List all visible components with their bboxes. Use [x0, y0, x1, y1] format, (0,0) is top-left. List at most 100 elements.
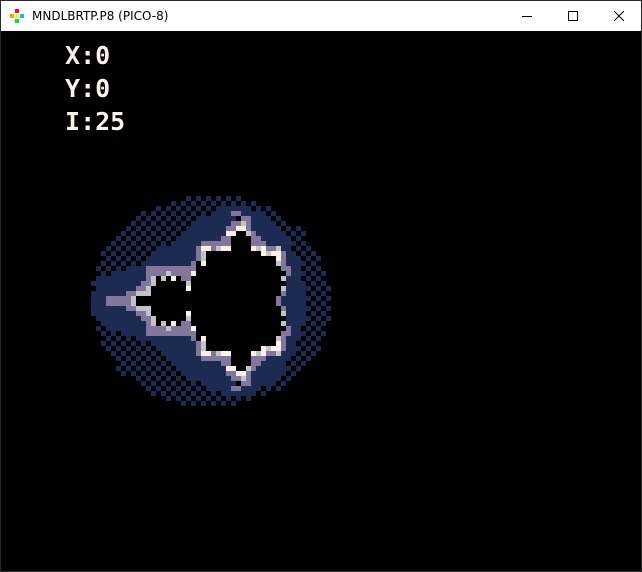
- maximize-button[interactable]: [550, 1, 596, 31]
- fractal-pixel: [306, 336, 311, 341]
- fractal-pixel: [91, 281, 96, 286]
- fractal-pixel: [171, 261, 176, 266]
- fractal-pixel: [276, 231, 281, 236]
- fractal-pixel: [141, 381, 146, 386]
- fractal-pixel: [136, 366, 141, 371]
- fractal-pixel: [286, 311, 291, 316]
- fractal-pixel: [311, 251, 316, 256]
- fractal-pixel: [176, 376, 181, 381]
- close-button[interactable]: [596, 1, 642, 31]
- fractal-pixel: [221, 236, 226, 241]
- fractal-pixel: [301, 351, 306, 356]
- fractal-pixel: [121, 351, 126, 356]
- fractal-pixel: [261, 366, 266, 371]
- fractal-pixel: [281, 361, 286, 366]
- fractal-pixel: [286, 281, 291, 286]
- fractal-pixel: [166, 366, 171, 371]
- fractal-pixel: [261, 376, 266, 381]
- fractal-pixel: [181, 266, 186, 271]
- fractal-pixel: [126, 286, 131, 291]
- fractal-pixel: [96, 296, 101, 301]
- fractal-pixel: [186, 351, 191, 356]
- fractal-pixel: [221, 216, 226, 221]
- fractal-pixel: [226, 361, 231, 366]
- fractal-pixel: [301, 251, 306, 256]
- fractal-pixel: [316, 266, 321, 271]
- fractal-pixel: [181, 346, 186, 351]
- fractal-pixel: [291, 341, 296, 346]
- fractal-pixel: [281, 296, 286, 301]
- fractal-pixel: [266, 376, 271, 381]
- fractal-pixel: [161, 326, 166, 331]
- fractal-pixel: [131, 241, 136, 246]
- fractal-pixel: [231, 211, 236, 216]
- fractal-pixel: [211, 391, 216, 396]
- fractal-pixel: [131, 286, 136, 291]
- fractal-pixel: [261, 241, 266, 246]
- fractal-pixel: [111, 316, 116, 321]
- fractal-pixel: [201, 361, 206, 366]
- fractal-pixel: [151, 231, 156, 236]
- fractal-pixel: [296, 291, 301, 296]
- fractal-pixel: [121, 326, 126, 331]
- fractal-pixel: [201, 241, 206, 246]
- fractal-pixel: [161, 261, 166, 266]
- fractal-pixel: [186, 341, 191, 346]
- fractal-pixel: [121, 316, 126, 321]
- fractal-pixel: [176, 226, 181, 231]
- fractal-pixel: [121, 291, 126, 296]
- game-screen[interactable]: X:0 Y:0 I:25: [1, 31, 641, 571]
- fractal-pixel: [136, 326, 141, 331]
- fractal-pixel: [116, 286, 121, 291]
- fractal-pixel: [276, 241, 281, 246]
- fractal-pixel: [291, 371, 296, 376]
- fractal-pixel: [306, 286, 311, 291]
- fractal-pixel: [126, 246, 131, 251]
- fractal-pixel: [326, 306, 331, 311]
- fractal-pixel: [181, 331, 186, 336]
- fractal-pixel: [161, 221, 166, 226]
- fractal-pixel: [241, 381, 246, 386]
- fractal-pixel: [141, 276, 146, 281]
- fractal-pixel: [151, 341, 156, 346]
- fractal-pixel: [291, 256, 296, 261]
- fractal-pixel: [131, 266, 136, 271]
- fractal-pixel: [166, 206, 171, 211]
- fractal-pixel: [306, 306, 311, 311]
- fractal-pixel: [201, 251, 206, 256]
- fractal-pixel: [261, 231, 266, 236]
- fractal-pixel: [136, 271, 141, 276]
- fractal-pixel: [136, 336, 141, 341]
- fractal-pixel: [301, 306, 306, 311]
- fractal-pixel: [196, 371, 201, 376]
- game-canvas[interactable]: X:0 Y:0 I:25: [1, 31, 641, 571]
- fractal-pixel: [171, 336, 176, 341]
- fractal-pixel: [106, 346, 111, 351]
- fractal-pixel: [236, 391, 241, 396]
- fractal-pixel: [201, 226, 206, 231]
- fractal-pixel: [296, 271, 301, 276]
- fractal-pixel: [161, 361, 166, 366]
- fractal-pixel: [101, 251, 106, 256]
- fractal-pixel: [146, 281, 151, 286]
- fractal-pixel: [116, 321, 121, 326]
- fractal-pixel: [196, 241, 201, 246]
- fractal-pixel: [136, 321, 141, 326]
- fractal-pixel: [281, 221, 286, 226]
- fractal-pixel: [306, 266, 311, 271]
- fractal-pixel: [126, 336, 131, 341]
- fractal-pixel: [316, 276, 321, 281]
- fractal-pixel: [186, 226, 191, 231]
- fractal-pixel: [206, 361, 211, 366]
- fractal-pixel: [271, 236, 276, 241]
- fractal-pixel: [166, 336, 171, 341]
- fractal-pixel: [131, 326, 136, 331]
- fractal-pixel: [296, 226, 301, 231]
- fractal-pixel: [131, 221, 136, 226]
- fractal-pixel: [146, 266, 151, 271]
- title-bar[interactable]: MNDLBRTP.P8 (PICO-8): [1, 1, 641, 31]
- fractal-pixel: [286, 296, 291, 301]
- fractal-pixel: [166, 251, 171, 256]
- fractal-pixel: [106, 311, 111, 316]
- minimize-button[interactable]: [504, 1, 550, 31]
